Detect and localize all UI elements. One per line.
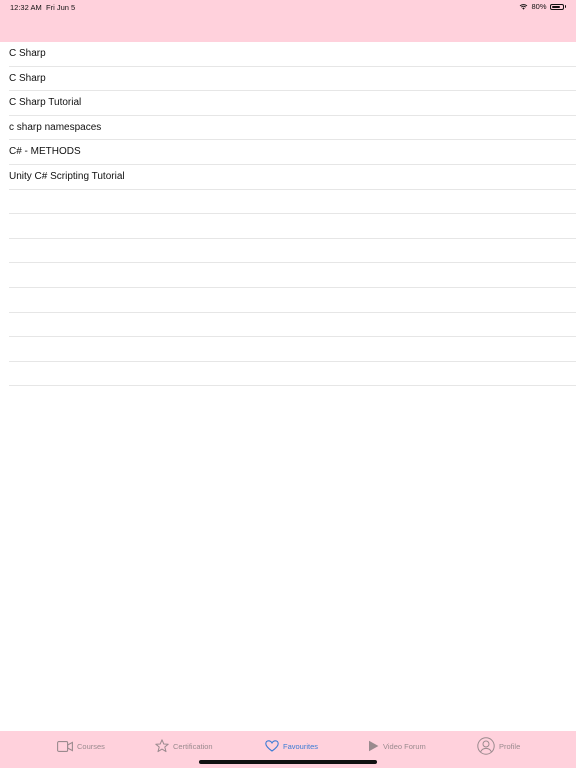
tab-profile-label: Profile: [499, 741, 521, 751]
list-item-label: Unity C# Scripting Tutorial: [9, 170, 125, 182]
list-item-label: C# - METHODS: [9, 146, 81, 158]
tab-favourites-label: Favourites: [283, 741, 319, 751]
battery-percent: 80%: [531, 2, 547, 11]
list-item[interactable]: [9, 239, 576, 264]
battery-icon: [549, 3, 564, 10]
tab-certification[interactable]: Certification: [155, 731, 213, 761]
list-item[interactable]: C Sharp: [9, 42, 576, 67]
list-item-label: C Sharp: [9, 48, 46, 59]
list-item[interactable]: [9, 190, 576, 215]
star-icon: [155, 739, 169, 753]
heart-icon: [265, 740, 279, 752]
list-item[interactable]: [9, 214, 576, 239]
tab-courses-label: Courses: [77, 741, 105, 751]
play-icon: [369, 740, 379, 752]
list-item-label: c sharp namespaces: [9, 121, 102, 133]
favourites-list: C Sharp C Sharp C Sharp Tutorial c sharp na…: [0, 42, 576, 387]
list-item[interactable]: [9, 288, 576, 313]
list-item[interactable]: Unity C# Scripting Tutorial: [9, 165, 576, 190]
list-item[interactable]: [9, 263, 576, 288]
wifi-icon: [520, 4, 528, 10]
list-item[interactable]: C# - METHODS: [9, 140, 576, 165]
profile-icon: [477, 737, 495, 755]
list-item[interactable]: C Sharp: [9, 67, 576, 92]
status-date: Fri Jun 5: [46, 3, 76, 12]
list-item[interactable]: [9, 313, 576, 338]
battery-tip: [564, 5, 566, 8]
tab-favourites[interactable]: Favourites: [265, 731, 318, 761]
list-item[interactable]: [9, 337, 576, 362]
list-item-label: C Sharp: [9, 72, 46, 84]
tab-certification-label: Certification: [173, 741, 213, 751]
video-camera-icon: [57, 740, 73, 752]
list-item-label: C Sharp Tutorial: [9, 97, 82, 109]
list-item[interactable]: C Sharp Tutorial: [9, 91, 576, 116]
list-item[interactable]: c sharp namespaces: [9, 116, 576, 141]
home-indicator: [199, 760, 377, 764]
battery-level: [551, 5, 560, 8]
status-indicators: 80%: [519, 2, 566, 11]
tab-video-forum[interactable]: Video Forum: [368, 731, 426, 761]
tab-video-forum-label: Video Forum: [383, 741, 426, 751]
app-screen: 12:32 AM Fri Jun 5 80% C Sharp C Sharp C S…: [0, 0, 576, 768]
list-item[interactable]: [9, 362, 576, 387]
status-time: 12:32 AM: [10, 3, 42, 12]
tab-profile[interactable]: Profile: [477, 731, 520, 761]
navigation-header: 12:32 AM Fri Jun 5 80%: [0, 0, 576, 42]
status-bar: 12:32 AM Fri Jun 5 80%: [0, 0, 576, 14]
tab-courses[interactable]: Courses: [57, 731, 105, 761]
